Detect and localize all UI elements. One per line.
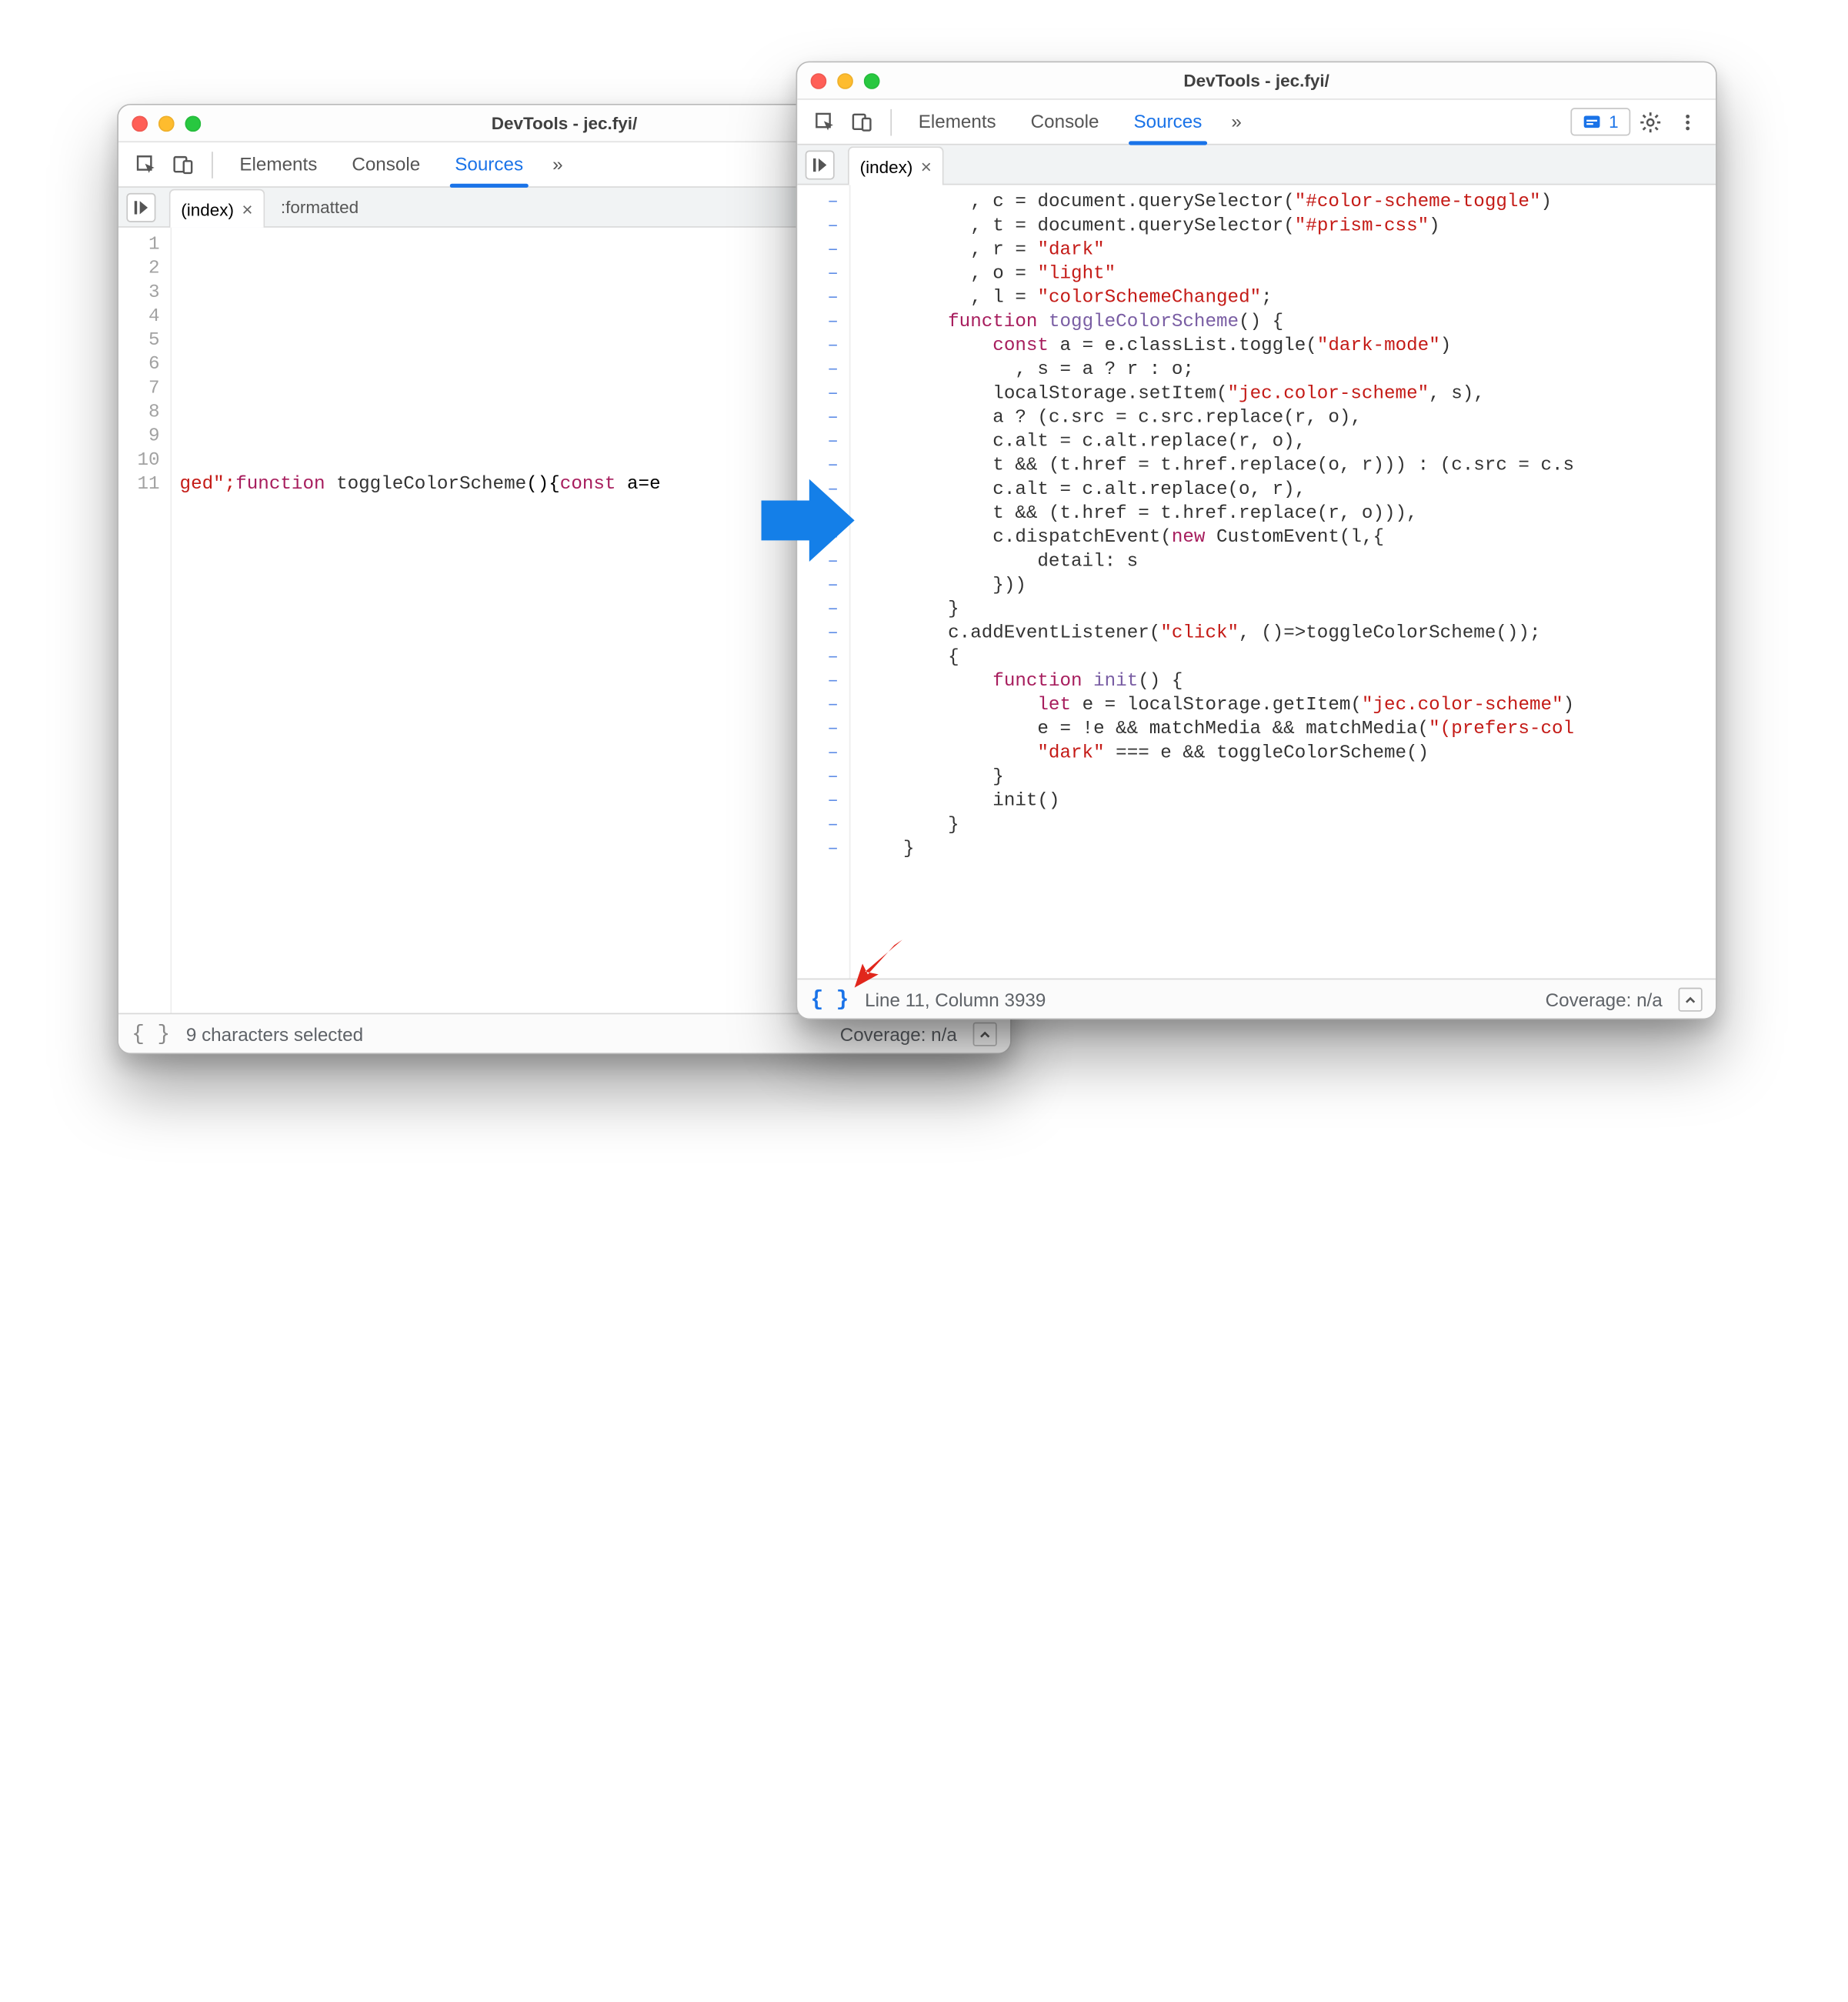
traffic-lights: [811, 72, 880, 88]
line-gutter: ––––––––––––––––––––––––––––: [797, 185, 850, 978]
minimize-window-icon[interactable]: [158, 115, 175, 132]
tab-console[interactable]: Console: [336, 145, 436, 185]
coverage-text: Coverage: n/a: [1546, 989, 1663, 1010]
traffic-lights: [132, 115, 201, 132]
file-tab-label: (index): [181, 199, 234, 219]
expand-panel-icon[interactable]: [973, 1022, 997, 1046]
tab-more[interactable]: »: [542, 145, 573, 185]
cursor-position: Line 11, Column 3939: [865, 989, 1046, 1010]
zoom-window-icon[interactable]: [185, 115, 201, 132]
window-title: DevTools - jec.fyi/: [492, 113, 638, 133]
tab-more[interactable]: »: [1221, 102, 1253, 142]
pretty-print-icon[interactable]: { }: [811, 987, 849, 1011]
code-content[interactable]: , c = document.querySelector("#color-sch…: [850, 185, 1716, 978]
zoom-window-icon[interactable]: [864, 72, 880, 88]
toolbar: Elements Console Sources » 1: [797, 100, 1716, 145]
pretty-print-icon[interactable]: { }: [132, 1022, 170, 1046]
file-tab-index[interactable]: (index) ×: [169, 189, 265, 228]
code-editor-right[interactable]: –––––––––––––––––––––––––––– , c = docum…: [797, 185, 1716, 978]
close-window-icon[interactable]: [811, 72, 827, 88]
statusbar: { } Line 11, Column 3939 Coverage: n/a: [797, 979, 1716, 1019]
expand-panel-icon[interactable]: [1679, 987, 1703, 1011]
kebab-icon[interactable]: [1670, 105, 1705, 139]
debugger-step-icon[interactable]: [806, 150, 835, 179]
status-text: 9 characters selected: [186, 1023, 363, 1045]
issues-icon: [1583, 112, 1601, 131]
close-icon[interactable]: ×: [242, 200, 252, 219]
devtools-window-right: DevTools - jec.fyi/ Elements Console Sou…: [796, 62, 1717, 1020]
minimize-window-icon[interactable]: [837, 72, 853, 88]
device-toggle-icon[interactable]: [846, 105, 880, 139]
tab-console[interactable]: Console: [1015, 102, 1115, 142]
inspect-icon[interactable]: [808, 105, 842, 139]
tab-elements[interactable]: Elements: [902, 102, 1012, 142]
line-gutter: 1234567891011: [118, 228, 172, 1013]
file-tab-index[interactable]: (index) ×: [848, 146, 943, 185]
inspect-icon[interactable]: [129, 147, 164, 182]
debugger-step-icon[interactable]: [126, 192, 155, 222]
tab-elements[interactable]: Elements: [224, 145, 333, 185]
titlebar: DevTools - jec.fyi/: [797, 62, 1716, 99]
file-tab-label: (index): [860, 156, 913, 176]
gear-icon[interactable]: [1633, 105, 1668, 139]
issues-count: 1: [1609, 112, 1619, 132]
coverage-text: Coverage: n/a: [840, 1023, 957, 1045]
tab-sources[interactable]: Sources: [1118, 102, 1218, 142]
window-title: DevTools - jec.fyi/: [1183, 71, 1329, 91]
formatted-crumb[interactable]: :formatted: [268, 192, 372, 222]
device-toggle-icon[interactable]: [166, 147, 201, 182]
tab-sources[interactable]: Sources: [439, 145, 539, 185]
close-icon[interactable]: ×: [921, 157, 932, 175]
file-tabstrip: (index) ×: [797, 145, 1716, 185]
close-window-icon[interactable]: [132, 115, 148, 132]
issues-badge[interactable]: 1: [1570, 108, 1630, 135]
